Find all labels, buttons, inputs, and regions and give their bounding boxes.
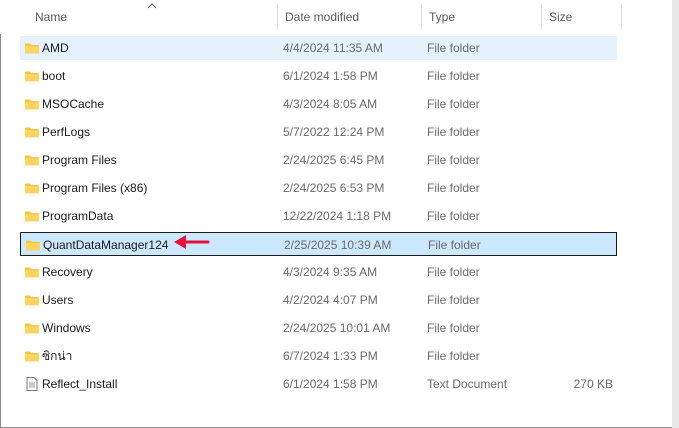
file-date-modified: 4/3/2024 8:05 AM — [283, 97, 378, 111]
column-header-name[interactable]: Name — [27, 0, 277, 34]
file-type: File folder — [427, 349, 480, 363]
folder-icon — [25, 295, 39, 306]
file-size — [540, 344, 613, 368]
file-date-modified: 2/24/2025 6:53 PM — [283, 181, 385, 195]
file-name: AMD — [42, 41, 69, 55]
file-row[interactable]: PerfLogs 5/7/2022 12:24 PM File folder — [20, 120, 617, 144]
column-header-type[interactable]: Type — [421, 0, 541, 34]
file-type: Text Document — [427, 377, 508, 391]
file-row[interactable]: Users 4/2/2024 4:07 PM File folder — [20, 288, 617, 312]
column-header-size[interactable]: Size — [541, 0, 621, 34]
file-name: MSOCache — [42, 97, 105, 111]
file-type: File folder — [427, 293, 480, 307]
column-header-bar: Name Date modified Type Size — [0, 0, 672, 34]
file-size — [540, 64, 613, 88]
file-name: Users — [42, 293, 74, 307]
file-date-modified: 6/1/2024 1:58 PM — [283, 377, 378, 391]
file-size — [540, 288, 613, 312]
folder-icon — [25, 351, 39, 362]
text-document-icon — [26, 377, 38, 391]
file-size — [540, 120, 613, 144]
file-type: File folder — [427, 125, 480, 139]
file-name: Reflect_Install — [42, 377, 118, 391]
file-size — [540, 176, 613, 200]
file-row[interactable]: AMD 4/4/2024 11:35 AM File folder — [20, 36, 617, 60]
file-size — [540, 36, 613, 60]
file-row[interactable]: Program Files 2/24/2025 6:45 PM File folde… — [20, 148, 617, 172]
file-row[interactable]: ProgramData 12/22/2024 1:18 PM File folder — [20, 204, 617, 228]
file-date-modified: 4/3/2024 9:35 AM — [283, 265, 378, 279]
file-size — [540, 316, 613, 340]
file-type: File folder — [427, 265, 480, 279]
window-edge — [672, 0, 679, 428]
folder-icon — [25, 323, 39, 334]
file-row[interactable]: Windows 2/24/2025 10:01 AM File folder — [20, 316, 617, 340]
file-name: PerfLogs — [42, 125, 91, 139]
folder-icon — [25, 211, 39, 222]
file-row[interactable]: Recovery 4/3/2024 9:35 AM File folder — [20, 260, 617, 284]
file-type: File folder — [427, 181, 480, 195]
file-name: ซิกน่า — [42, 349, 73, 363]
annotation-arrow-icon — [174, 235, 210, 249]
file-date-modified: 6/7/2024 1:33 PM — [283, 349, 378, 363]
file-name: QuantDataManager124 — [43, 238, 169, 252]
file-type: File folder — [427, 321, 480, 335]
file-row[interactable]: ซิกน่า 6/7/2024 1:33 PM File folder — [20, 344, 617, 368]
folder-icon — [25, 71, 39, 82]
folder-icon — [25, 127, 39, 138]
file-date-modified: 12/22/2024 1:18 PM — [283, 209, 392, 223]
file-name: Windows — [42, 321, 91, 335]
column-header-date-modified[interactable]: Date modified — [277, 0, 421, 34]
column-divider[interactable] — [621, 4, 622, 30]
file-row[interactable]: boot 6/1/2024 1:58 PM File folder — [20, 64, 617, 88]
file-name: Recovery — [42, 265, 93, 279]
file-date-modified: 5/7/2022 12:24 PM — [283, 125, 385, 139]
folder-icon — [25, 99, 39, 110]
file-date-modified: 2/25/2025 10:39 AM — [284, 238, 392, 252]
file-size — [540, 148, 613, 172]
file-type: File folder — [427, 209, 480, 223]
file-type: File folder — [427, 41, 480, 55]
file-name: ProgramData — [42, 209, 114, 223]
folder-icon — [25, 267, 39, 278]
file-size — [541, 233, 614, 257]
file-date-modified: 4/2/2024 4:07 PM — [283, 293, 378, 307]
file-date-modified: 2/24/2025 6:45 PM — [283, 153, 385, 167]
file-name: boot — [42, 69, 66, 83]
file-row[interactable]: MSOCache 4/3/2024 8:05 AM File folder — [20, 92, 617, 116]
folder-icon — [25, 183, 39, 194]
file-type: File folder — [427, 97, 480, 111]
file-type: File folder — [427, 69, 480, 83]
file-size — [540, 92, 613, 116]
file-row[interactable]: QuantDataManager124 2/25/2025 10:39 AM Fil… — [20, 232, 617, 256]
file-row[interactable]: Reflect_Install 6/1/2024 1:58 PM Text Docu… — [20, 372, 617, 396]
file-date-modified: 4/4/2024 11:35 AM — [283, 41, 383, 55]
folder-icon — [26, 240, 40, 251]
file-size — [540, 204, 613, 228]
file-size: 270 KB — [573, 377, 613, 391]
folder-icon — [25, 43, 39, 54]
folder-icon — [25, 155, 39, 166]
file-row[interactable]: Program Files (x86) 2/24/2025 6:53 PM File… — [20, 176, 617, 200]
file-date-modified: 2/24/2025 10:01 AM — [283, 321, 391, 335]
file-name: Program Files — [42, 153, 117, 167]
file-size — [540, 260, 613, 284]
file-name: Program Files (x86) — [42, 181, 148, 195]
file-type: File folder — [428, 238, 481, 252]
file-type: File folder — [427, 153, 480, 167]
file-date-modified: 6/1/2024 1:58 PM — [283, 69, 378, 83]
